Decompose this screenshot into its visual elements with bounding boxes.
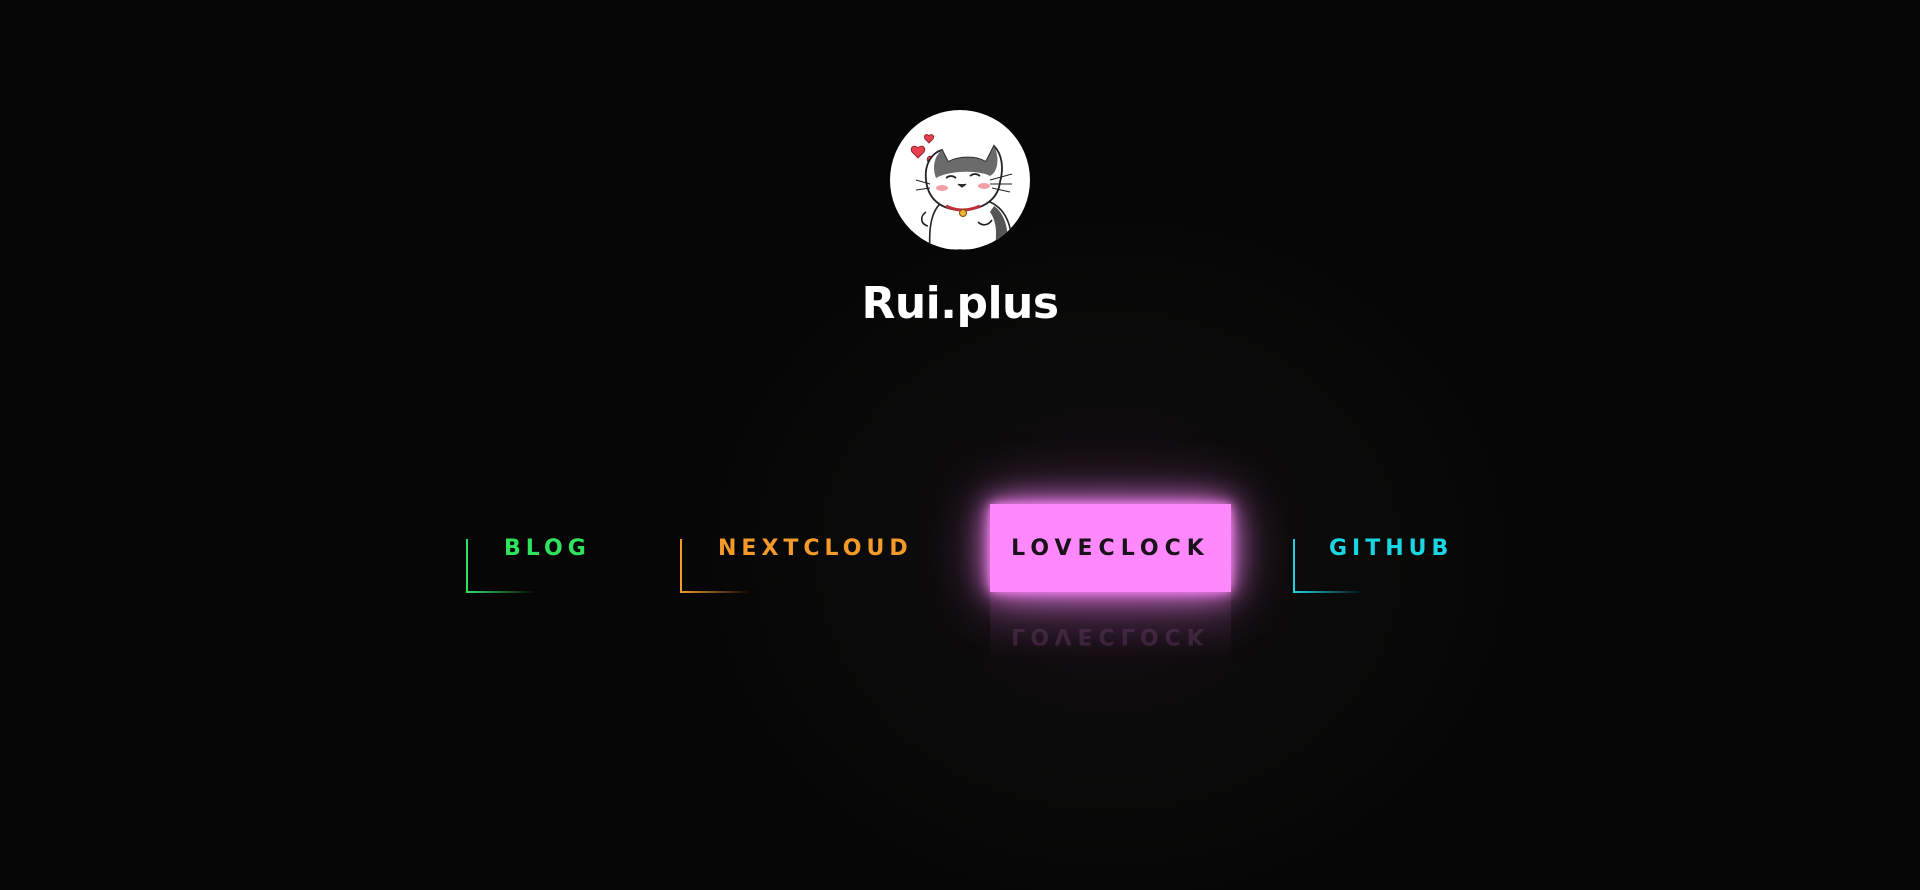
loveclock-reflection: LOVECLOCK xyxy=(990,592,1231,680)
nav-link-blog[interactable]: BLOG xyxy=(466,504,626,593)
nav-link-nextcloud[interactable]: NEXTCLOUD xyxy=(680,504,920,593)
site-title: Rui.plus xyxy=(861,278,1059,329)
corner-accent xyxy=(680,539,750,593)
nav-link-label: LOVECLOCK xyxy=(1011,535,1210,561)
corner-accent xyxy=(1293,539,1363,593)
nav-link-github[interactable]: GITHUB xyxy=(1293,504,1473,593)
avatar[interactable] xyxy=(890,110,1030,250)
nav-link-loveclock[interactable]: LOVECLOCK xyxy=(990,504,1231,592)
corner-accent xyxy=(466,539,536,593)
cat-avatar-icon xyxy=(910,134,1013,250)
reflection-label: LOVECLOCK xyxy=(1011,623,1210,649)
